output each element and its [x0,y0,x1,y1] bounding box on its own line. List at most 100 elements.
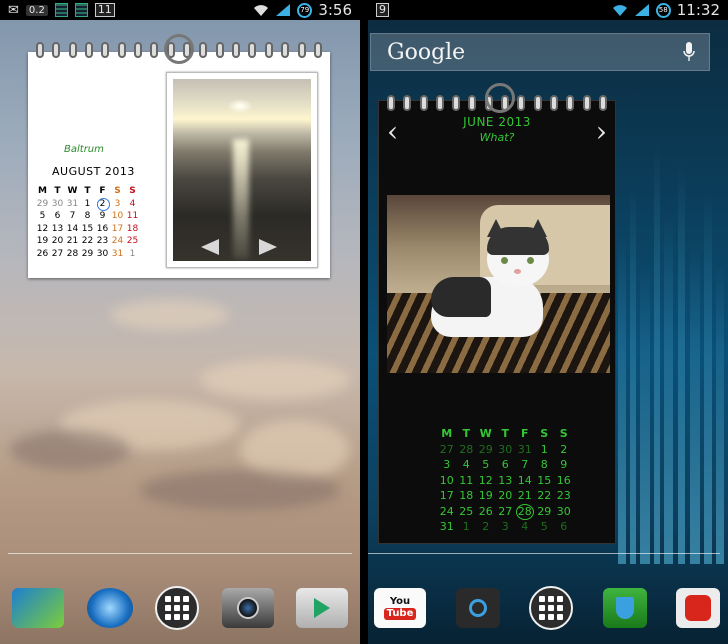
calendar-day[interactable]: 6 [50,210,65,223]
calendar-day[interactable]: 12 [476,473,496,489]
next-photo-arrow-icon[interactable] [259,239,277,255]
calendar-day[interactable]: 7 [515,457,535,473]
calendar-day[interactable]: 19 [476,488,496,504]
calendar-day[interactable]: 13 [496,473,516,489]
calendar-day[interactable]: 22 [80,235,95,248]
calendar-day[interactable]: 16 [95,223,110,236]
calendar-day[interactable]: 29 [535,504,555,520]
calendar-day[interactable]: 25 [125,235,140,248]
calendar-day[interactable]: 8 [80,210,95,223]
antutu-icon[interactable] [676,588,720,628]
calendar-day[interactable]: 14 [65,223,80,236]
calendar-day[interactable]: 17 [437,488,457,504]
calendar-day[interactable]: 30 [554,504,574,520]
weekday-header: M [38,186,47,196]
phone-contacts-icon[interactable] [12,588,64,628]
calendar-day[interactable]: 27 [437,442,457,458]
calendar-day[interactable]: 30 [50,198,65,211]
calendar-day[interactable]: 10 [437,473,457,489]
calendar-day[interactable]: 4 [125,198,140,211]
calendar-day[interactable]: 27 [50,248,65,261]
calendar-day[interactable]: 31 [65,198,80,211]
calendar-day[interactable]: 15 [535,473,555,489]
calendar-day[interactable]: 6 [554,519,574,535]
calendar-day[interactable]: 9 [554,457,574,473]
calendar-day[interactable]: 30 [95,248,110,261]
previous-photo-arrow-icon[interactable] [201,239,219,255]
calendar-day[interactable]: 14 [515,473,535,489]
calendar-day[interactable]: 15 [80,223,95,236]
calendar-day[interactable]: 20 [496,488,516,504]
calendar-day[interactable]: 8 [535,457,555,473]
calendar-day[interactable]: 3 [110,198,125,211]
calendar-day[interactable]: 17 [110,223,125,236]
calendar-day[interactable]: 21 [65,235,80,248]
calendar-day[interactable]: 23 [554,488,574,504]
calendar-day[interactable]: 26 [35,248,50,261]
calendar-day[interactable]: 2 [554,442,574,458]
calendar-day[interactable]: 28 [515,503,535,519]
calendar-day[interactable]: 30 [496,442,516,458]
security-shield-icon[interactable] [602,588,647,628]
calendar-day[interactable]: 29 [80,248,95,261]
calendar-day[interactable]: 7 [65,210,80,223]
calendar-day[interactable]: 10 [110,210,125,223]
calendar-day[interactable]: 12 [35,223,50,236]
calendar-day[interactable]: 23 [95,235,110,248]
calendar-day[interactable]: 19 [35,235,50,248]
calendar-day[interactable]: 2 [95,197,110,210]
calendar-day[interactable]: 31 [515,442,535,458]
calendar-day[interactable]: 13 [50,223,65,236]
battery-icon: 58 [655,2,671,18]
browser-globe-icon[interactable] [86,588,133,628]
microphone-icon[interactable] [683,42,695,62]
calendar-day[interactable]: 4 [457,457,477,473]
calendar-day[interactable]: 26 [476,504,496,520]
youtube-icon[interactable]: You Tube [374,588,426,628]
play-store-icon[interactable] [296,588,348,628]
calendar-day[interactable]: 18 [125,223,140,236]
weekday-header: S [540,427,549,440]
calendar-widget[interactable]: ‹ › JUNE 2013 What? M T W T F S S 27 28 29 30 31 1 2 3… [378,83,616,544]
calendar-day[interactable]: 1 [457,519,477,535]
calendar-day[interactable]: 22 [535,488,555,504]
calendar-day[interactable]: 31 [437,519,457,535]
calendar-day[interactable]: 3 [496,519,516,535]
google-search-bar[interactable]: Google [370,33,710,71]
calendar-day[interactable]: 1 [80,198,95,211]
calendar-day[interactable]: 11 [457,473,477,489]
calendar-day[interactable]: 5 [35,210,50,223]
calendar-day[interactable]: 11 [125,210,140,223]
calendar-day[interactable]: 21 [515,488,535,504]
calendar-day[interactable]: 25 [457,504,477,520]
calendar-day[interactable]: 28 [457,442,477,458]
calendar-widget[interactable]: Baltrum AUGUST 2013 M T W T F S S 29 30 31 1 2 3 4 5 6 7… [28,34,330,278]
calendar-day[interactable]: 5 [476,457,496,473]
calendar-day[interactable]: 31 [110,248,125,261]
app-drawer-button[interactable] [155,586,199,630]
calendar-day[interactable]: 4 [515,519,535,535]
calendar-day[interactable]: 28 [65,248,80,261]
camera-icon[interactable] [221,588,274,628]
calendar-day[interactable]: 2 [476,519,496,535]
calendar-day[interactable]: 16 [554,473,574,489]
settings-icon[interactable] [455,588,500,628]
calendar-day[interactable]: 5 [535,519,555,535]
calendar-day[interactable]: 29 [476,442,496,458]
calendar-day[interactable]: 29 [35,198,50,211]
notification-badge: 11 [94,3,115,17]
calendar-day[interactable]: 18 [457,488,477,504]
wifi-icon [254,5,269,16]
calendar-day[interactable]: 20 [50,235,65,248]
calendar-day[interactable]: 9 [95,210,110,223]
calendar-day[interactable]: 6 [496,457,516,473]
calendar-day[interactable]: 24 [110,235,125,248]
weekday-header: S [129,186,136,196]
calendar-day[interactable]: 3 [437,457,457,473]
calendar-day[interactable]: 1 [535,442,555,458]
calendar-day[interactable]: 1 [125,248,140,261]
calendar-day[interactable]: 24 [437,504,457,520]
app-drawer-button[interactable] [529,586,573,630]
calendar-day[interactable]: 27 [496,504,516,520]
weekday-header: T [54,186,61,196]
